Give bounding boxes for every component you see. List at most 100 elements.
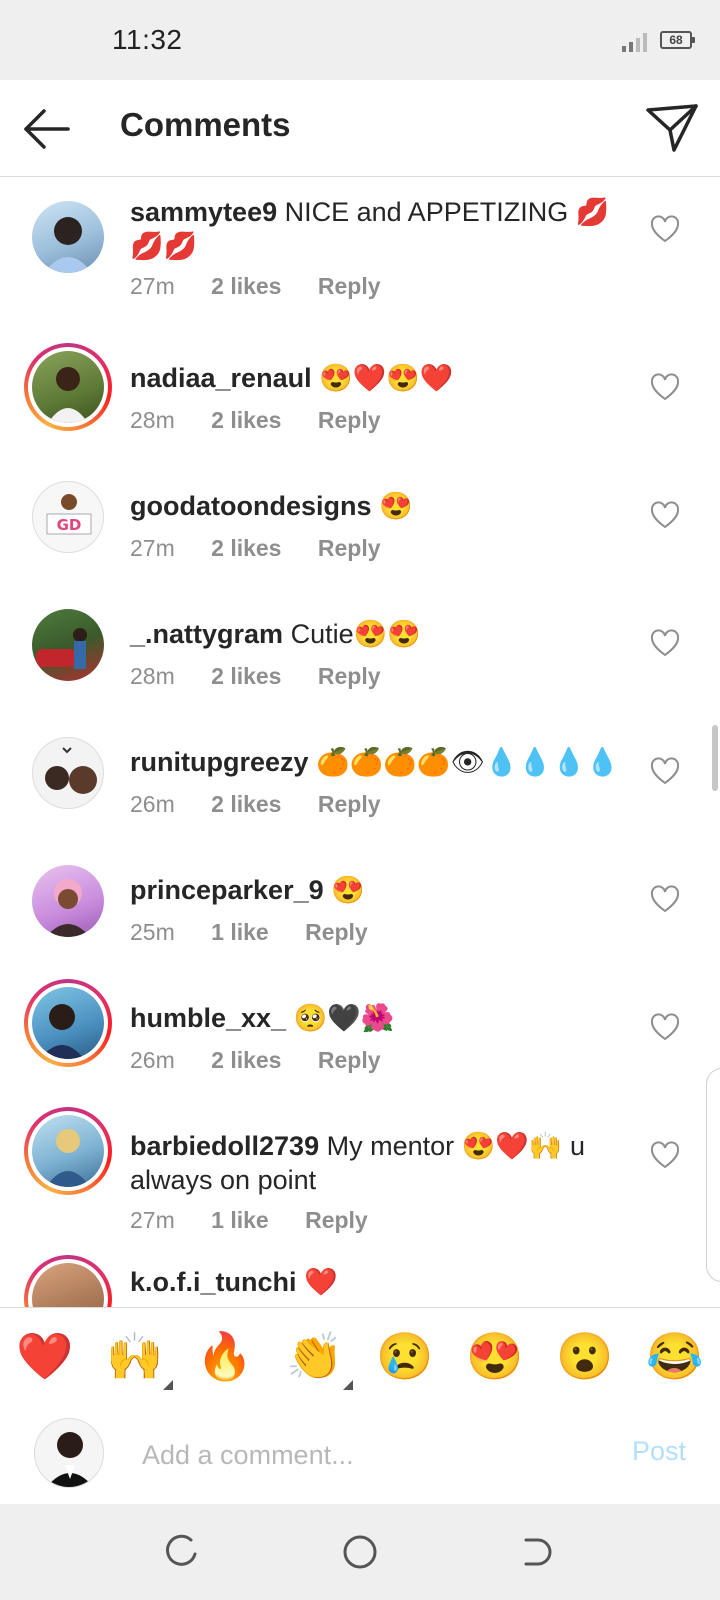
heart-outline-icon[interactable] [650, 629, 680, 659]
comment-username[interactable]: nadiaa_renaul [130, 363, 312, 393]
comment-username[interactable]: humble_xx_ [130, 1003, 286, 1033]
page-title: Comments [120, 106, 291, 143]
scrollbar[interactable] [712, 725, 718, 791]
comment-meta: 25m 1 like Reply [130, 919, 398, 946]
avatar[interactable] [32, 201, 104, 273]
comments-list[interactable]: sammytee9 NICE and APPETIZING 💋💋💋 27m 2 … [0, 177, 720, 1307]
emoji-reactions-bar: ❤️ 🙌 🔥 👏 😢 😍 😮 😂 [0, 1307, 720, 1405]
comment-text: goodatoondesigns 😍 [130, 489, 620, 523]
reply-button[interactable]: Reply [318, 663, 381, 690]
likes-count[interactable]: 2 likes [211, 273, 281, 300]
comment-meta: 27m 2 likes Reply [130, 535, 411, 562]
comment-time: 27m [130, 273, 175, 299]
story-ring[interactable] [24, 1107, 112, 1195]
avatar[interactable] [32, 865, 104, 937]
comment-username[interactable]: barbiedoll2739 [130, 1131, 319, 1161]
edge-panel-handle[interactable] [706, 1068, 720, 1282]
likes-count[interactable]: 2 likes [211, 1047, 281, 1074]
comment-meta: 27m 2 likes Reply [130, 273, 411, 300]
comment-body: 😍 [371, 491, 413, 521]
comment-username[interactable]: runitupgreezy [130, 747, 309, 777]
comment-text: sammytee9 NICE and APPETIZING 💋💋💋 [130, 195, 620, 263]
story-ring[interactable] [24, 1255, 112, 1307]
emoji-surprised-button[interactable]: 😮 [555, 1326, 615, 1386]
reply-button[interactable]: Reply [318, 407, 381, 434]
avatar[interactable]: GD [32, 481, 104, 553]
heart-outline-icon[interactable] [650, 1013, 680, 1043]
comment-time: 26m [130, 791, 175, 817]
likes-count[interactable]: 1 like [211, 919, 269, 946]
reply-button[interactable]: Reply [318, 791, 381, 818]
comment-time: 26m [130, 1047, 175, 1073]
comment-composer: Post [0, 1404, 720, 1504]
avatar[interactable] [32, 609, 104, 681]
comment-meta: 26m 2 likes Reply [130, 1047, 411, 1074]
comment-text: nadiaa_renaul 😍❤️😍❤️ [130, 361, 620, 395]
comment-time: 28m [130, 407, 175, 433]
story-ring[interactable] [24, 979, 112, 1067]
comment-username[interactable]: princeparker_9 [130, 875, 324, 905]
heart-outline-icon[interactable] [650, 373, 680, 403]
avatar[interactable] [32, 737, 104, 809]
back-icon[interactable] [516, 1532, 556, 1572]
likes-count[interactable]: 2 likes [211, 407, 281, 434]
heart-outline-icon[interactable] [650, 1141, 680, 1171]
emoji-heart-button[interactable]: ❤️ [15, 1326, 75, 1386]
status-time: 11:32 [112, 24, 183, 55]
header: Comments [0, 80, 720, 177]
emoji-raised-hands-label: 🙌 [106, 1330, 164, 1382]
likes-count[interactable]: 1 like [211, 1207, 269, 1234]
system-nav-bar [0, 1504, 720, 1600]
comment-body: Cutie😍😍 [283, 619, 421, 649]
battery-icon: 68 [660, 31, 695, 49]
comment-body: 🥺🖤🌺 [286, 1003, 395, 1033]
likes-count[interactable]: 2 likes [211, 663, 281, 690]
recents-icon[interactable] [161, 1532, 201, 1572]
home-icon[interactable] [340, 1532, 380, 1572]
comment-username[interactable]: goodatoondesigns [130, 491, 371, 521]
signal-icon [622, 33, 647, 52]
comment-username[interactable]: sammytee9 [130, 197, 277, 227]
comment-username[interactable]: k.o.f.i_tunchi [130, 1267, 297, 1297]
emoji-raised-hands-button[interactable]: 🙌 [105, 1326, 173, 1390]
comment-meta: 28m 2 likes Reply [130, 663, 411, 690]
heart-outline-icon[interactable] [650, 215, 680, 245]
story-ring[interactable] [24, 343, 112, 431]
comment-time: 28m [130, 663, 175, 689]
comment-text: princeparker_9 😍 [130, 873, 620, 907]
comment-input[interactable] [140, 1434, 584, 1476]
comment-meta: 27m 1 like Reply [130, 1207, 398, 1234]
emoji-heart-eyes-button[interactable]: 😍 [465, 1326, 525, 1386]
post-button[interactable]: Post [632, 1436, 686, 1467]
back-arrow-icon[interactable] [20, 102, 74, 156]
reply-button[interactable]: Reply [318, 273, 381, 300]
heart-outline-icon[interactable] [650, 501, 680, 531]
emoji-laughing-button[interactable]: 😂 [645, 1326, 705, 1386]
comment-body: 🍊🍊🍊🍊👁💧💧💧💧 [308, 747, 620, 777]
emoji-crying-button[interactable]: 😢 [375, 1326, 435, 1386]
likes-count[interactable]: 2 likes [211, 535, 281, 562]
heart-outline-icon[interactable] [650, 757, 680, 787]
avatar[interactable] [32, 351, 104, 423]
emoji-clap-button[interactable]: 👏 [285, 1326, 353, 1390]
emoji-clap-label: 👏 [286, 1330, 344, 1382]
avatar[interactable] [32, 1263, 104, 1307]
comment-time: 27m [130, 535, 175, 561]
reply-button[interactable]: Reply [318, 1047, 381, 1074]
comment-body: 😍 [323, 875, 365, 905]
svg-text:GD: GD [57, 516, 82, 534]
emoji-fire-button[interactable]: 🔥 [195, 1326, 255, 1386]
heart-outline-icon[interactable] [650, 885, 680, 915]
avatar[interactable] [32, 987, 104, 1059]
likes-count[interactable]: 2 likes [211, 791, 281, 818]
reply-button[interactable]: Reply [305, 1207, 368, 1234]
avatar[interactable] [32, 1115, 104, 1187]
comment-username[interactable]: _.nattygram [130, 619, 283, 649]
reply-button[interactable]: Reply [305, 919, 368, 946]
skin-tone-indicator-icon [163, 1380, 173, 1390]
reply-button[interactable]: Reply [318, 535, 381, 562]
comment-text: barbiedoll2739 My mentor 😍❤️🙌 u always o… [130, 1129, 620, 1197]
paper-plane-icon[interactable] [644, 100, 700, 156]
comment-text: _.nattygram Cutie😍😍 [130, 617, 620, 651]
comment-body: ❤️ [296, 1267, 338, 1297]
